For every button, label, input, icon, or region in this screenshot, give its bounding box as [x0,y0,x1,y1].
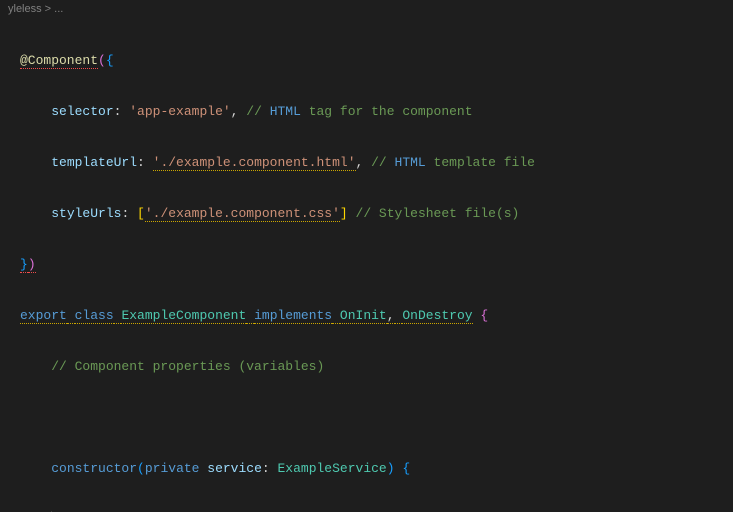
code-line: }) [20,256,733,273]
comment: // Component properties (variables) [51,359,324,374]
keyword: export [20,308,67,324]
code-editor[interactable]: @Component({ selector: 'app-example', //… [0,18,733,512]
code-line: // Component properties (variables) [20,358,733,375]
punct: : [262,461,278,476]
string: './example.component.css' [145,206,340,222]
brace: } [20,257,28,273]
comment: // [371,155,394,170]
string: './example.component.html' [153,155,356,171]
code-line: @Component({ [20,52,733,69]
code-line: constructor(private service: ExampleServ… [20,460,733,477]
punct: , [231,104,247,119]
comment: // [246,104,269,119]
keyword: implements [254,308,332,324]
punct: , [387,308,395,324]
function: constructor [51,461,137,476]
punct: : [121,206,137,221]
blank-line [20,409,733,426]
paren: ) [28,257,36,273]
paren: ( [137,461,145,476]
property: styleUrls [51,206,121,221]
parameter: service [207,461,262,476]
breadcrumb[interactable]: yleless > ... [0,0,733,18]
keyword: HTML [270,104,301,119]
code-line: styleUrls: ['./example.component.css'] /… [20,205,733,222]
punct: , [356,155,372,170]
property: selector [51,104,113,119]
brace: { [480,308,488,323]
type: ExampleComponent [121,308,246,324]
comment: template file [426,155,535,170]
keyword: private [145,461,200,476]
punct: : [137,155,153,170]
string: 'app-example' [129,104,230,119]
code-line: selector: 'app-example', // HTML tag for… [20,103,733,120]
decorator: @Component [20,53,98,69]
property: templateUrl [51,155,137,170]
type: OnInit [340,308,387,324]
comment: // Stylesheet file(s) [356,206,520,221]
bracket: ] [340,206,348,221]
space [246,308,254,324]
keyword: class [75,308,114,324]
keyword: HTML [395,155,426,170]
paren: ) [387,461,395,476]
punct: : [114,104,130,119]
type: OnDestroy [402,308,472,324]
code-line: templateUrl: './example.component.html',… [20,154,733,171]
type: ExampleService [278,461,387,476]
comment: tag for the component [301,104,473,119]
space [348,206,356,221]
space [332,308,340,324]
brace: { [402,461,410,476]
paren: ( [98,53,106,68]
space [67,308,75,324]
brace: { [106,53,114,68]
bracket: [ [137,206,145,221]
code-line: export class ExampleComponent implements… [20,307,733,324]
